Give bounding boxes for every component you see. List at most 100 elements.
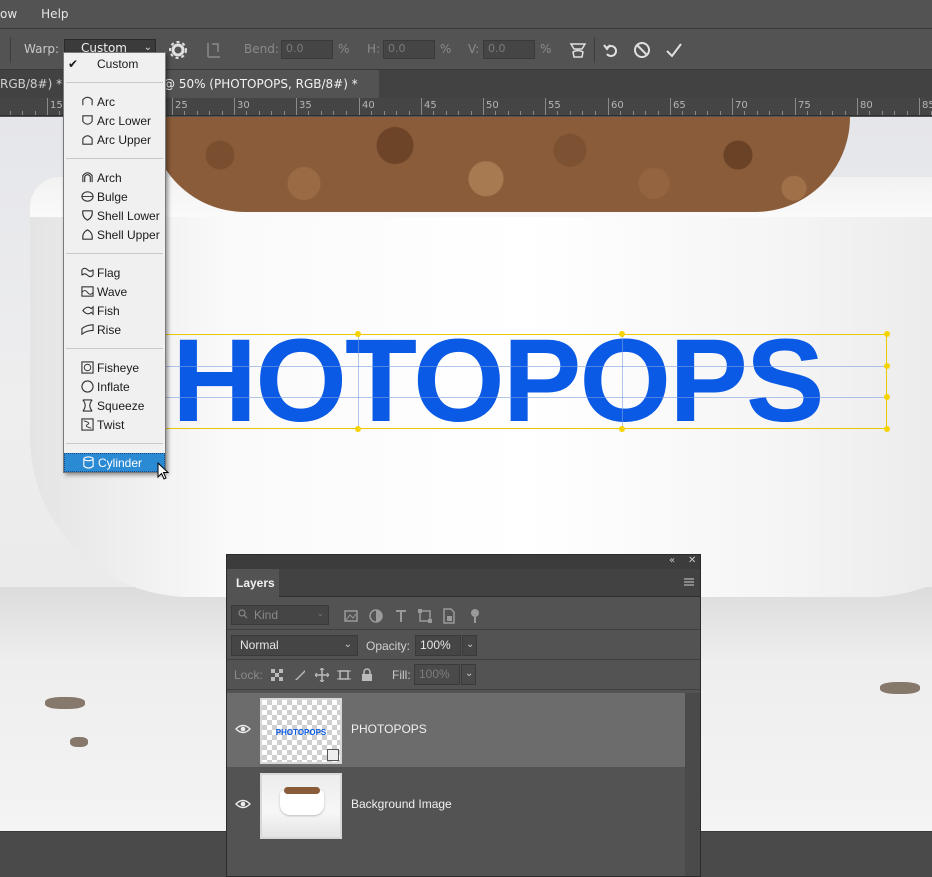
opacity-slider-button[interactable]: ⌄ bbox=[462, 635, 477, 656]
warp-option-shell-lower[interactable]: Shell Lower bbox=[64, 206, 165, 225]
ruler-tick bbox=[321, 111, 322, 115]
filter-pixel-icon[interactable] bbox=[343, 608, 359, 624]
fill-slider-button[interactable]: ⌄ bbox=[461, 664, 476, 685]
layers-scrollbar[interactable] bbox=[685, 693, 700, 876]
ruler-tick bbox=[570, 111, 571, 115]
menu-bar: ow Help bbox=[0, 0, 932, 28]
filter-kind-select[interactable]: Kind ⌄ bbox=[231, 605, 329, 625]
ruler-tick bbox=[595, 111, 596, 115]
warp-option-inflate[interactable]: Inflate bbox=[64, 377, 165, 396]
warp-option-fish[interactable]: Fish bbox=[64, 301, 165, 320]
layer-name[interactable]: PHOTOPOPS bbox=[351, 722, 427, 736]
cylinder-icon bbox=[81, 456, 95, 470]
ruler-tick bbox=[807, 111, 808, 115]
h-distortion-input[interactable]: 0.0 bbox=[383, 40, 435, 59]
ruler-number: 40 bbox=[362, 100, 375, 111]
layer-name[interactable]: Background Image bbox=[351, 797, 452, 811]
commit-transform-icon[interactable] bbox=[662, 38, 686, 62]
warp-option-flag[interactable]: Flag bbox=[64, 263, 165, 282]
document-tab-active[interactable]: @ 50% (PHOTOPOPS, RGB/8#) * × bbox=[155, 70, 379, 119]
menu-help[interactable]: Help bbox=[29, 7, 80, 21]
warp-option-arc-lower[interactable]: Arc Lower bbox=[64, 111, 165, 130]
opacity-label: Opacity: bbox=[366, 639, 411, 653]
cancel-transform-icon[interactable] bbox=[630, 38, 654, 62]
ruler-tick bbox=[409, 111, 410, 115]
ruler-number: 55 bbox=[548, 100, 561, 111]
menu-separator bbox=[66, 443, 163, 444]
close-panel-icon[interactable]: ✕ bbox=[688, 555, 696, 566]
warp-option-twist[interactable]: Twist bbox=[64, 415, 165, 434]
layer-row-photopops[interactable]: PHOTOPOPS PHOTOPOPS bbox=[227, 693, 685, 767]
lock-artboard-icon[interactable] bbox=[337, 668, 351, 682]
warp-option-label: Arch bbox=[97, 170, 122, 185]
warp-style-dropdown[interactable]: ✔ Custom Arc Arc Lower Arc Upper Arch Bulge She… bbox=[63, 52, 166, 473]
ruler-tick bbox=[769, 111, 770, 115]
warp-option-label: Arc bbox=[97, 94, 115, 109]
blend-mode-select[interactable]: Normal ⌄ bbox=[231, 635, 358, 656]
warp-option-bulge[interactable]: Bulge bbox=[64, 187, 165, 206]
ruler-number: 50 bbox=[486, 100, 499, 111]
change-orientation-icon[interactable] bbox=[202, 38, 226, 62]
ruler-tick bbox=[308, 111, 309, 115]
warp-bounding-box[interactable] bbox=[165, 334, 887, 429]
ruler-tick bbox=[845, 111, 846, 115]
collapse-panel-icon[interactable]: « bbox=[669, 555, 675, 566]
filter-adjustment-icon[interactable] bbox=[368, 608, 384, 624]
visibility-eye-icon[interactable] bbox=[235, 723, 251, 735]
ruler-number: 15 bbox=[50, 100, 63, 111]
bend-input[interactable]: 0.0 bbox=[281, 40, 333, 59]
tab-layers[interactable]: Layers bbox=[227, 569, 279, 597]
ruler-tick bbox=[47, 98, 48, 115]
lock-all-icon[interactable] bbox=[360, 668, 374, 682]
bulge-icon bbox=[80, 190, 94, 204]
thumbnail-bowl bbox=[280, 791, 324, 815]
warp-option-custom[interactable]: ✔ Custom bbox=[64, 54, 165, 73]
visibility-eye-icon[interactable] bbox=[235, 798, 251, 810]
ruler-number: 45 bbox=[424, 100, 437, 111]
warp-option-wave[interactable]: Wave bbox=[64, 282, 165, 301]
panel-menu-icon[interactable] bbox=[684, 577, 694, 587]
thumbnail-cereal bbox=[284, 787, 320, 794]
ruler-tick bbox=[197, 111, 198, 115]
warp-handle[interactable] bbox=[884, 363, 890, 369]
ruler-tick bbox=[296, 98, 297, 115]
layer-row-background-image[interactable]: Background Image bbox=[227, 768, 685, 842]
warp-handle[interactable] bbox=[619, 426, 625, 432]
menu-window[interactable]: ow bbox=[0, 7, 29, 21]
filter-shape-icon[interactable] bbox=[417, 608, 433, 624]
undo-icon[interactable] bbox=[599, 38, 623, 62]
warp-option-arc[interactable]: Arc bbox=[64, 92, 165, 111]
warp-handle[interactable] bbox=[619, 331, 625, 337]
filter-type-icon[interactable] bbox=[393, 608, 409, 624]
v-distortion-input[interactable]: 0.0 bbox=[483, 40, 535, 59]
warp-option-arch[interactable]: Arch bbox=[64, 168, 165, 187]
warp-handle[interactable] bbox=[884, 426, 890, 432]
fill-input[interactable]: 100% bbox=[414, 664, 460, 685]
document-tab-inactive[interactable]: RGB/8#) * bbox=[0, 70, 70, 98]
filter-toggle-icon[interactable] bbox=[467, 608, 483, 624]
shell-upper-icon bbox=[80, 228, 94, 242]
warp-handle[interactable] bbox=[355, 331, 361, 337]
options-separator bbox=[594, 37, 595, 63]
lock-position-icon[interactable] bbox=[315, 668, 329, 682]
warp-option-fisheye[interactable]: Fisheye bbox=[64, 358, 165, 377]
warp-option-squeeze[interactable]: Squeeze bbox=[64, 396, 165, 415]
warp-handle[interactable] bbox=[884, 394, 890, 400]
arc-icon bbox=[80, 95, 94, 109]
warp-option-label: Cylinder bbox=[98, 455, 143, 470]
lock-image-pixels-icon[interactable] bbox=[293, 668, 307, 682]
arc-upper-icon bbox=[80, 133, 94, 147]
toggle-warp-transform-icon[interactable] bbox=[566, 38, 590, 62]
warp-option-cylinder[interactable]: Cylinder bbox=[64, 453, 165, 472]
warp-option-shell-upper[interactable]: Shell Upper bbox=[64, 225, 165, 244]
warp-option-rise[interactable]: Rise bbox=[64, 320, 165, 339]
warp-handle[interactable] bbox=[355, 426, 361, 432]
warp-handle[interactable] bbox=[884, 331, 890, 337]
ruler-tick bbox=[371, 111, 372, 115]
chevron-down-icon: ⌄ bbox=[465, 668, 474, 679]
lock-transparent-pixels-icon[interactable] bbox=[270, 668, 284, 682]
filter-smart-object-icon[interactable] bbox=[441, 608, 457, 624]
warp-option-arc-upper[interactable]: Arc Upper bbox=[64, 130, 165, 149]
opacity-input[interactable]: 100% bbox=[415, 635, 461, 656]
warp-settings-gear-icon[interactable] bbox=[166, 38, 190, 62]
